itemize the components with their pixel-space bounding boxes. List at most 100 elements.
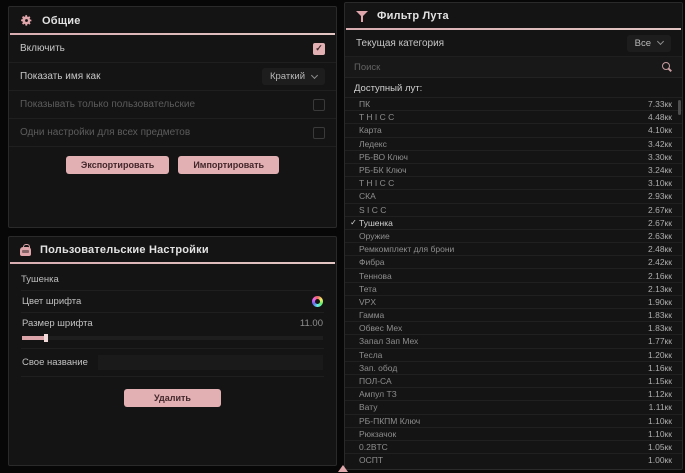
loot-row[interactable]: Ледекс 3.42кк — [345, 137, 682, 150]
loot-row[interactable]: Запал Зап Мех 1.77кк — [345, 334, 682, 347]
loot-row[interactable]: РБ-ПКПМ Ключ 1.10кк — [345, 414, 682, 427]
loot-item-value: 3.42кк — [648, 139, 672, 149]
loot-row[interactable]: Зап. обод 1.16кк — [345, 361, 682, 374]
loot-item-value: 4.48кк — [648, 112, 672, 122]
loot-row[interactable]: Рюкзачок 1.10кк — [345, 427, 682, 440]
list-scrollbar[interactable] — [678, 98, 681, 470]
loot-item-value: 7.33кк — [648, 99, 672, 109]
scrollbar-thumb[interactable] — [678, 100, 681, 115]
loot-row[interactable]: T H I C C 3.10кк — [345, 176, 682, 189]
loot-item-value: 3.30кк — [648, 152, 672, 162]
import-button[interactable]: Импортировать — [178, 156, 279, 174]
general-buttons-row: Экспортировать Импортировать — [9, 147, 336, 174]
panel-title: Общие — [42, 15, 81, 27]
loot-item-name: Карта — [359, 125, 648, 135]
loot-row[interactable]: Оружие 2.63кк — [345, 229, 682, 242]
color-wheel-icon[interactable] — [312, 296, 323, 307]
loot-item-value: 2.67кк — [648, 205, 672, 215]
font-size-value: 11.00 — [300, 318, 323, 329]
loot-item-name: РБ-ПКПМ Ключ — [359, 416, 648, 426]
only-custom-checkbox[interactable]: ✓ — [313, 99, 325, 111]
only-custom-label: Показывать только пользовательские — [20, 99, 195, 110]
custom-panel-header: Пользовательские Настройки — [9, 237, 336, 262]
loot-item-name: СКА — [359, 191, 648, 201]
resize-handle[interactable] — [338, 465, 348, 472]
selected-item-group: Тушенка Цвет шрифта Размер шрифта 11.00 … — [9, 264, 336, 407]
search-row — [345, 57, 682, 78]
loot-row[interactable]: Обвес Мех 1.83кк — [345, 321, 682, 334]
loot-item-value: 1.16кк — [648, 363, 672, 373]
custom-settings-panel: Пользовательские Настройки Тушенка Цвет … — [8, 236, 337, 466]
loot-row[interactable]: СКА 2.93кк — [345, 189, 682, 202]
custom-name-input[interactable] — [98, 355, 323, 370]
loot-item-value: 1.20кк — [648, 350, 672, 360]
loot-row[interactable]: ПК 7.33кк — [345, 97, 682, 110]
loot-row[interactable]: T H I C C 4.48кк — [345, 110, 682, 123]
loot-item-name: ПОЛ-СА — [359, 376, 648, 386]
loot-item-name: РБ-ВО Ключ — [359, 152, 648, 162]
general-panel: Общие Включить ✓ Показать имя как Кратки… — [8, 6, 337, 228]
loot-item-value: 1.00кк — [648, 455, 672, 465]
display-name-dropdown[interactable]: Краткий — [262, 68, 325, 85]
loot-item-value: 2.63кк — [648, 231, 672, 241]
loot-item-name: Тета — [359, 284, 648, 294]
panel-title: Пользовательские Настройки — [40, 244, 209, 256]
loot-item-name: S I C C — [359, 205, 648, 215]
category-dropdown[interactable]: Все — [627, 35, 671, 52]
loot-item-name: Зап. обод — [359, 363, 648, 373]
loot-row[interactable]: Ремкомплект для брони 2.48кк — [345, 242, 682, 255]
font-size-slider[interactable] — [22, 336, 323, 340]
display-name-label: Показать имя как — [20, 71, 100, 82]
loot-item-value: 3.10кк — [648, 178, 672, 188]
loot-row[interactable]: Карта 4.10кк — [345, 123, 682, 136]
font-size-label: Размер шрифта — [22, 318, 93, 329]
loot-row[interactable]: Ампул ТЗ 1.12кк — [345, 387, 682, 400]
loot-item-value: 4.10кк — [648, 125, 672, 135]
display-name-row: Показать имя как Краткий — [9, 63, 336, 91]
loot-row[interactable]: Тушенка 2.67кк — [345, 216, 682, 229]
loot-row[interactable]: VPX 1.90кк — [345, 295, 682, 308]
slider-thumb[interactable] — [44, 334, 48, 342]
loot-row[interactable]: Гамма 1.83кк — [345, 308, 682, 321]
loot-row[interactable]: РБ-ВО Ключ 3.30кк — [345, 150, 682, 163]
loot-row[interactable]: 0.2BTC 1.05кк — [345, 440, 682, 453]
loot-row[interactable]: Тесла 1.20кк — [345, 348, 682, 361]
loot-row[interactable]: Тета 2.13кк — [345, 282, 682, 295]
loot-item-value: 2.67кк — [648, 218, 672, 228]
export-button[interactable]: Экспортировать — [66, 156, 169, 174]
enable-row: Включить ✓ — [9, 35, 336, 63]
delete-button[interactable]: Удалить — [124, 389, 221, 407]
loot-item-name: T H I C C — [359, 112, 648, 122]
display-name-value: Краткий — [270, 71, 305, 82]
check-icon — [348, 218, 359, 227]
loot-item-name: Ампул ТЗ — [359, 389, 648, 399]
loot-item-value: 2.48кк — [648, 244, 672, 254]
enable-label: Включить — [20, 43, 65, 54]
font-size-row: Размер шрифта 11.00 — [21, 312, 324, 334]
loot-item-name: ОСПТ — [359, 455, 648, 465]
loot-row[interactable]: Теннова 2.16кк — [345, 268, 682, 281]
loot-row[interactable]: ОСПТ 1.00кк — [345, 453, 682, 466]
backpack-icon — [20, 247, 31, 256]
loot-row[interactable]: РБ-БК Ключ 3.24кк — [345, 163, 682, 176]
loot-item-name: Вату — [359, 402, 649, 412]
loot-item-value: 2.42кк — [648, 257, 672, 267]
loot-item-value: 1.90кк — [648, 297, 672, 307]
loot-item-value: 1.11кк — [649, 402, 672, 412]
category-row: Текущая категория Все — [345, 30, 682, 57]
loot-item-name: Обвес Мех — [359, 323, 648, 333]
loot-item-name: Ремкомплект для брони — [359, 244, 648, 254]
loot-list: ПК 7.33кк T H I C C 4.48кк Карта 4.10кк … — [345, 97, 682, 471]
loot-item-name: Гамма — [359, 310, 648, 320]
loot-row[interactable]: Фибра 2.42кк — [345, 255, 682, 268]
funnel-icon — [356, 11, 368, 22]
same-settings-checkbox[interactable]: ✓ — [313, 127, 325, 139]
search-input[interactable] — [354, 62, 634, 73]
loot-item-value: 1.83кк — [648, 310, 672, 320]
loot-row[interactable]: Вату 1.11кк — [345, 400, 682, 413]
loot-row[interactable]: ПОЛ-СА 1.15кк — [345, 374, 682, 387]
loot-row[interactable]: S I C C 2.67кк — [345, 203, 682, 216]
loot-item-name: Ледекс — [359, 139, 648, 149]
loot-item-value: 1.10кк — [648, 416, 672, 426]
enable-checkbox[interactable]: ✓ — [313, 43, 325, 55]
